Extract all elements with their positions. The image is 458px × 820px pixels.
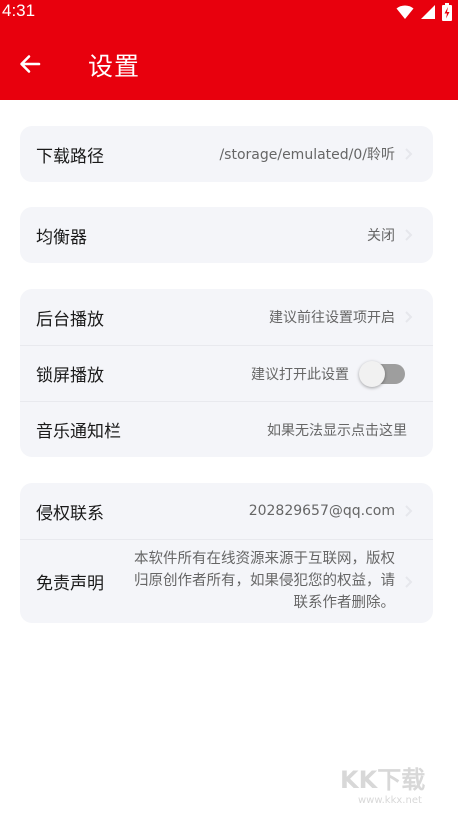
background-play-row[interactable]: 后台播放 建议前往设置项开启	[20, 289, 433, 345]
copyright-row[interactable]: 侵权联系 202829657@qq.com	[20, 483, 433, 539]
chevron-right-icon	[405, 575, 413, 588]
wifi-icon	[396, 5, 414, 19]
notification-label: 音乐通知栏	[36, 422, 121, 442]
signal-icon	[421, 5, 435, 19]
status-icons	[396, 3, 452, 21]
about-card: 侵权联系 202829657@qq.com 免责声明 本软件所有在线资源来源于互…	[20, 483, 433, 623]
chevron-right-icon	[405, 229, 413, 241]
equalizer-label: 均衡器	[36, 227, 87, 248]
lockscreen-play-row: 锁屏播放 建议打开此设置	[20, 345, 433, 401]
playback-card: 后台播放 建议前往设置项开启 锁屏播放 建议打开此设置 音乐通知栏 如果无法显示…	[20, 289, 433, 457]
lockscreen-play-toggle[interactable]	[359, 360, 405, 387]
copyright-value: 202829657@qq.com	[248, 503, 395, 519]
battery-icon	[442, 3, 452, 21]
notification-value: 如果无法显示点击这里	[267, 422, 407, 439]
disclaimer-row[interactable]: 免责声明 本软件所有在线资源来源于互联网，版权归原创作者所有，如果侵犯您的权益，…	[20, 539, 433, 623]
download-path-value: /storage/emulated/0/聆听	[219, 147, 395, 163]
download-path-label: 下载路径	[36, 146, 104, 167]
download-card: 下载路径 /storage/emulated/0/聆听	[20, 126, 433, 182]
page-title: 设置	[88, 52, 141, 81]
watermark-url: www.kkx.net	[358, 795, 422, 806]
chevron-right-icon	[405, 148, 413, 160]
chevron-right-icon	[405, 505, 413, 517]
disclaimer-text: 本软件所有在线资源来源于互联网，版权归原创作者所有，如果侵犯您的权益，请联系作者…	[134, 551, 395, 611]
equalizer-row[interactable]: 均衡器 关闭	[20, 207, 433, 263]
lockscreen-play-value: 建议打开此设置	[251, 366, 349, 383]
background-play-label: 后台播放	[36, 309, 104, 330]
download-path-row[interactable]: 下载路径 /storage/emulated/0/聆听	[20, 126, 433, 182]
copyright-label: 侵权联系	[36, 503, 104, 524]
watermark-logo: KK下载 www.kkx.net	[336, 762, 454, 806]
lockscreen-play-label: 锁屏播放	[36, 366, 104, 386]
equalizer-card: 均衡器 关闭	[20, 207, 433, 263]
disclaimer-label: 免责声明	[36, 574, 104, 594]
background-play-value: 建议前往设置项开启	[269, 310, 395, 326]
watermark-text: KK下载	[340, 766, 425, 794]
arrow-left-icon	[20, 55, 41, 73]
toggle-knob	[359, 360, 385, 387]
status-bar: 4:31	[0, 0, 458, 26]
chevron-right-icon	[405, 311, 413, 323]
app-bar: 4:31 设置	[0, 0, 458, 100]
back-button[interactable]	[14, 48, 46, 80]
status-time: 4:31	[2, 1, 36, 20]
notification-row[interactable]: 音乐通知栏 如果无法显示点击这里	[20, 401, 433, 457]
equalizer-value: 关闭	[367, 228, 395, 244]
